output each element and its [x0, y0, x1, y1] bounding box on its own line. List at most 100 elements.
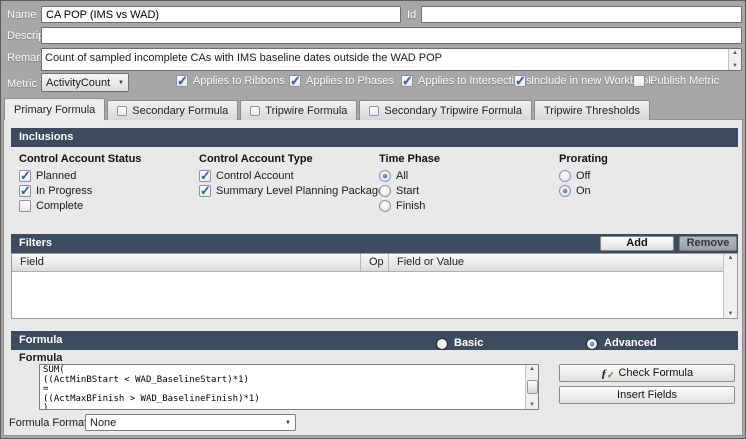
formula-tab-strip: Primary Formula Secondary Formula Tripwi…	[4, 98, 652, 120]
tab-label: Secondary Formula	[132, 105, 228, 117]
group-control-account-type: Control Account Type Control Account Sum…	[199, 153, 399, 200]
tab-primary-formula[interactable]: Primary Formula	[4, 98, 105, 120]
section-title: Formula	[19, 334, 62, 346]
filters-grid: Field Op Field or Value ▲ ▼	[11, 253, 738, 319]
formula-mode-basic[interactable]: Basic	[436, 334, 483, 353]
group-title: Prorating	[559, 153, 737, 165]
option-label: Off	[576, 170, 590, 182]
metric-type-dropdown[interactable]: ActivityCount ▼	[41, 73, 129, 92]
checkbox[interactable]	[19, 185, 31, 197]
column-header-field-or-value[interactable]: Field or Value	[389, 254, 723, 271]
checkbox[interactable]	[176, 75, 188, 87]
tab-tripwire-formula[interactable]: Tripwire Formula	[240, 100, 357, 120]
formula-editor-scrollbar[interactable]: ▲ ▼	[525, 365, 538, 409]
checkbox[interactable]	[199, 170, 211, 182]
check-formula-button[interactable]: ƒ ✓ Check Formula	[559, 364, 735, 382]
option-complete[interactable]: Complete	[19, 200, 197, 212]
id-label: Id	[407, 9, 416, 21]
option-on[interactable]: On	[559, 185, 737, 197]
option-in-progress[interactable]: In Progress	[19, 185, 197, 197]
scroll-up-icon[interactable]: ▲	[724, 254, 737, 262]
option-summary-level-planning-package[interactable]: Summary Level Planning Package	[199, 185, 399, 197]
name-input[interactable]	[41, 6, 401, 23]
option-label: Advanced	[604, 334, 657, 353]
column-header-op[interactable]: Op	[361, 254, 389, 271]
group-title: Control Account Status	[19, 153, 197, 165]
inclusions-section-header: Inclusions	[11, 128, 738, 147]
option-off[interactable]: Off	[559, 170, 737, 182]
scroll-down-icon[interactable]: ▼	[526, 401, 538, 409]
checkbox[interactable]	[514, 75, 526, 87]
formula-format-dropdown[interactable]: None ▼	[85, 414, 296, 431]
scroll-down-icon[interactable]: ▼	[729, 62, 741, 70]
description-input[interactable]	[41, 27, 742, 44]
id-input[interactable]	[421, 6, 742, 23]
tab-label: Primary Formula	[14, 104, 95, 116]
formula-section-header: Formula Basic Advanced	[11, 331, 738, 350]
formula-format-value: None	[90, 417, 116, 429]
radio[interactable]	[379, 185, 391, 197]
group-time-phase: Time Phase All Start Finish	[379, 153, 557, 215]
filters-section-header: Filters Add Remove	[11, 234, 738, 253]
insert-fields-button[interactable]: Insert Fields	[559, 386, 735, 404]
option-control-account[interactable]: Control Account	[199, 170, 399, 182]
add-filter-button[interactable]: Add	[600, 236, 674, 251]
checkbox[interactable]	[401, 75, 413, 87]
flag-label: Applies to Phases	[306, 75, 394, 87]
remove-filter-button[interactable]: Remove	[679, 236, 737, 251]
chevron-down-icon: ▼	[118, 80, 124, 86]
radio[interactable]	[559, 170, 571, 182]
option-label: Finish	[396, 200, 425, 212]
flag-label: Applies to Ribbons	[193, 75, 285, 87]
checkbox[interactable]	[19, 170, 31, 182]
tab-tripwire-thresholds[interactable]: Tripwire Thresholds	[534, 100, 650, 120]
scroll-down-icon[interactable]: ▼	[724, 310, 737, 318]
group-control-account-status: Control Account Status Planned In Progre…	[19, 153, 197, 215]
tab-secondary-formula[interactable]: Secondary Formula	[107, 100, 238, 120]
formula-editor[interactable]: SUM( ((ActMinBStart < WAD_BaselineStart)…	[39, 364, 539, 410]
tab-label: Tripwire Formula	[265, 105, 347, 117]
formula-editor-label: Formula	[19, 352, 62, 364]
scrollbar-thumb[interactable]	[527, 380, 538, 394]
flag-publish-metric[interactable]: Publish Metric	[633, 75, 719, 87]
option-label: All	[396, 170, 408, 182]
option-planned[interactable]: Planned	[19, 170, 197, 182]
tab-checkbox[interactable]	[250, 106, 260, 116]
scroll-up-icon[interactable]: ▲	[526, 365, 538, 373]
radio[interactable]	[379, 170, 391, 182]
scroll-up-icon[interactable]: ▲	[729, 49, 741, 57]
radio[interactable]	[586, 338, 598, 350]
section-title: Filters	[19, 237, 52, 249]
option-finish[interactable]: Finish	[379, 200, 557, 212]
formula-format-label: Formula Format	[9, 417, 87, 429]
tab-secondary-tripwire-formula[interactable]: Secondary Tripwire Formula	[359, 100, 532, 120]
remarks-scrollbar[interactable]: ▲ ▼	[728, 49, 741, 70]
checkbox[interactable]	[289, 75, 301, 87]
remarks-text[interactable]: Count of sampled incomplete CAs with IMS…	[45, 52, 725, 64]
option-label: In Progress	[36, 185, 92, 197]
radio[interactable]	[559, 185, 571, 197]
flag-label: Publish Metric	[650, 75, 719, 87]
group-title: Control Account Type	[199, 153, 399, 165]
formula-mode-advanced[interactable]: Advanced	[586, 334, 657, 353]
column-header-field[interactable]: Field	[12, 254, 361, 271]
checkbox[interactable]	[633, 75, 645, 87]
flag-applies-to-phases[interactable]: Applies to Phases	[289, 75, 394, 87]
checkbox[interactable]	[199, 185, 211, 197]
fx-check-icon: ✓	[607, 370, 615, 381]
tab-label: Tripwire Thresholds	[544, 105, 640, 117]
option-label: Basic	[454, 334, 483, 353]
tab-checkbox[interactable]	[117, 106, 127, 116]
tab-checkbox[interactable]	[369, 106, 379, 116]
checkbox[interactable]	[19, 200, 31, 212]
filters-grid-scrollbar[interactable]: ▲ ▼	[723, 254, 737, 318]
tab-label: Secondary Tripwire Formula	[384, 105, 522, 117]
radio[interactable]	[436, 338, 448, 350]
button-label: Check Formula	[618, 367, 693, 379]
flag-applies-to-intersections[interactable]: Applies to Intersections	[401, 75, 532, 87]
option-start[interactable]: Start	[379, 185, 557, 197]
option-all[interactable]: All	[379, 170, 557, 182]
flag-applies-to-ribbons[interactable]: Applies to Ribbons	[176, 75, 285, 87]
radio[interactable]	[379, 200, 391, 212]
group-title: Time Phase	[379, 153, 557, 165]
